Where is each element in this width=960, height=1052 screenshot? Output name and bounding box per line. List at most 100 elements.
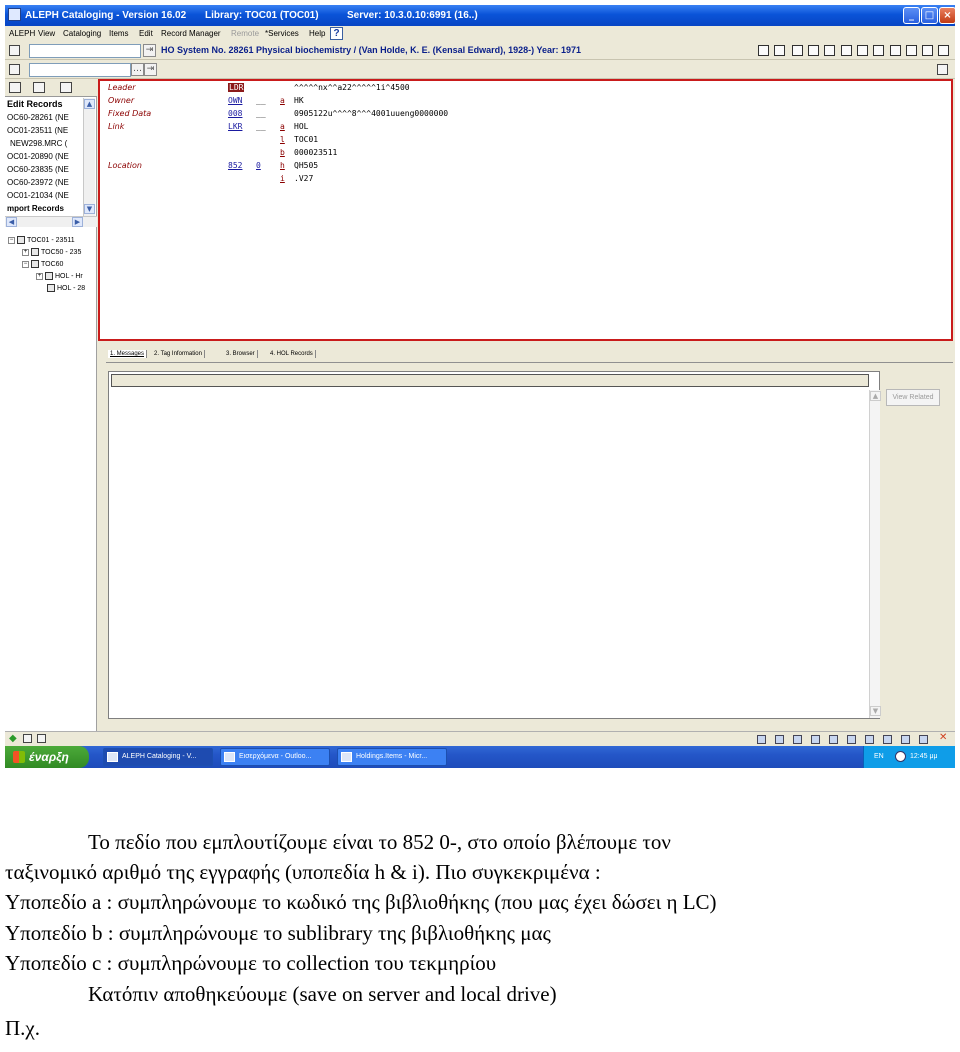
- taskbar-item[interactable]: Holdings.Items - Micr...: [337, 748, 447, 766]
- menu-aleph[interactable]: ALEPH: [9, 29, 35, 38]
- collapse-icon[interactable]: −: [8, 236, 15, 244]
- toolbar-icon-12[interactable]: [938, 45, 949, 56]
- diamond-icon[interactable]: ◆: [9, 733, 17, 744]
- tree-node[interactable]: − TOC60: [22, 260, 63, 268]
- window-icon[interactable]: [9, 64, 20, 75]
- messages-vertical-scrollbar[interactable]: ▲ ▼: [869, 390, 881, 718]
- scroll-down-icon[interactable]: ▼: [870, 706, 881, 716]
- scroll-up-icon[interactable]: ▲: [870, 391, 881, 401]
- tab-tag-information[interactable]: 2. Tag Information: [152, 350, 205, 358]
- field-row[interactable]: Location 852 0 h QH505: [108, 161, 318, 170]
- toolbar-icon-5[interactable]: [824, 45, 835, 56]
- language-indicator[interactable]: EN: [874, 753, 884, 760]
- status-icon-9[interactable]: [901, 735, 910, 744]
- menu-bar: ALEPH View Cataloging Items Edit Record …: [5, 26, 955, 41]
- windows-flag-icon: [13, 751, 25, 763]
- records-vertical-scrollbar[interactable]: ▲ ▼: [83, 98, 95, 216]
- field-row[interactable]: Fixed Data 008 __ 0905122u^^^^8^^^4001uu…: [108, 109, 448, 118]
- tab-edit-icon[interactable]: [9, 82, 21, 93]
- menu-record-manager[interactable]: Record Manager: [161, 29, 221, 38]
- tab-search-icon[interactable]: [60, 82, 72, 93]
- list-item[interactable]: OC01-23511 (NE: [7, 126, 83, 135]
- list-item[interactable]: OC60-23972 (NE: [7, 178, 83, 187]
- tree-node[interactable]: HOL - 28: [47, 284, 85, 292]
- bottom-tab-strip: 1. Messages 2. Tag Information 3. Browse…: [106, 349, 953, 363]
- tab-hol-records[interactable]: 4. HOL Records: [268, 350, 316, 358]
- list-item[interactable]: OC01-20890 (NE: [7, 152, 83, 161]
- scroll-left-icon[interactable]: ◀: [6, 217, 17, 227]
- status-window-icon-2[interactable]: [37, 734, 46, 743]
- list-item[interactable]: OC60-28261 (NE: [7, 113, 83, 122]
- status-icon-6[interactable]: [847, 735, 856, 744]
- toolbar-icon-9[interactable]: [890, 45, 901, 56]
- field-row[interactable]: Owner OWN __ a HK: [108, 96, 304, 105]
- toolbar-icon-1[interactable]: [758, 45, 769, 56]
- menu-cataloging[interactable]: Cataloging: [63, 29, 101, 38]
- collapse-icon[interactable]: −: [22, 260, 29, 268]
- close-button[interactable]: ×: [939, 7, 955, 24]
- menu-remote[interactable]: Remote: [231, 29, 259, 38]
- taskbar-item[interactable]: Εισερχόμενα - Outloo...: [220, 748, 330, 766]
- tab-browser[interactable]: 3. Browser: [224, 350, 258, 358]
- status-icon-2[interactable]: [775, 735, 784, 744]
- server-label: Server: 10.3.0.10:6991 (16..): [347, 10, 478, 21]
- toolbar-icon-4[interactable]: [808, 45, 819, 56]
- status-icon-4[interactable]: [811, 735, 820, 744]
- cataloging-editor[interactable]: Leader LDR ^^^^^nx^^a22^^^^^1i^4500 Owne…: [98, 79, 953, 341]
- status-icon-5[interactable]: [829, 735, 838, 744]
- expand-icon[interactable]: +: [36, 272, 43, 280]
- scroll-down-icon[interactable]: ▼: [84, 204, 95, 214]
- records-horizontal-scrollbar[interactable]: ◀ ▶: [5, 216, 97, 227]
- status-icon-3[interactable]: [793, 735, 802, 744]
- view-related-button[interactable]: View Related: [886, 389, 940, 406]
- maximize-button[interactable]: □: [921, 7, 938, 24]
- expand-icon[interactable]: +: [22, 248, 29, 256]
- toolbar-icon-7[interactable]: [857, 45, 868, 56]
- go-arrow-icon-2[interactable]: ⇥: [144, 63, 157, 76]
- left-pane-tabs: [5, 79, 97, 97]
- help-icon[interactable]: ?: [330, 27, 343, 40]
- save-icon[interactable]: [9, 45, 20, 56]
- start-button[interactable]: έναρξη: [5, 746, 89, 768]
- scroll-up-icon[interactable]: ▲: [84, 99, 95, 109]
- tree-node[interactable]: − TOC01 - 23511: [8, 236, 75, 244]
- scroll-right-icon[interactable]: ▶: [72, 217, 83, 227]
- record-input[interactable]: [29, 44, 141, 58]
- toolbar-icon-8[interactable]: [873, 45, 884, 56]
- status-icon-10[interactable]: [919, 735, 928, 744]
- list-item[interactable]: NEW298.MRC (: [7, 139, 83, 148]
- menu-items[interactable]: Items: [109, 29, 129, 38]
- field-row[interactable]: Link LKR __ a HOL: [108, 122, 308, 131]
- toolbar-icon-3[interactable]: [792, 45, 803, 56]
- toolbar-icon-11[interactable]: [922, 45, 933, 56]
- menu-services[interactable]: *Services: [265, 29, 299, 38]
- list-item[interactable]: mport Records: [7, 204, 83, 213]
- tab-window-icon[interactable]: [33, 82, 45, 93]
- secondary-input[interactable]: [29, 63, 131, 77]
- menu-view[interactable]: View: [38, 29, 55, 38]
- status-icon-8[interactable]: [883, 735, 892, 744]
- status-icon-1[interactable]: [757, 735, 766, 744]
- go-arrow-icon[interactable]: ⇥: [143, 44, 156, 57]
- toolbar-icon-2[interactable]: [774, 45, 785, 56]
- panel-close-icon[interactable]: [937, 64, 948, 75]
- toolbar-icon-6[interactable]: [841, 45, 852, 56]
- left-navigation-pane: Edit Records OC60-28261 (NE OC01-23511 (…: [5, 79, 97, 745]
- toolbar-icon-10[interactable]: [906, 45, 917, 56]
- status-close-icon[interactable]: ✕: [939, 732, 947, 743]
- status-window-icon[interactable]: [23, 734, 32, 743]
- tree-node[interactable]: + TOC50 - 235: [22, 248, 81, 256]
- field-row[interactable]: Leader LDR ^^^^^nx^^a22^^^^^1i^4500: [108, 83, 410, 92]
- taskbar-item[interactable]: ALEPH Cataloging - V...: [103, 748, 213, 766]
- clock[interactable]: 12:45 μμ: [910, 753, 938, 760]
- list-item[interactable]: OC01-21034 (NE: [7, 191, 83, 200]
- tree-node[interactable]: + HOL - Hr: [36, 272, 83, 280]
- menu-edit[interactable]: Edit: [139, 29, 153, 38]
- menu-help[interactable]: Help: [309, 29, 325, 38]
- tab-messages[interactable]: 1. Messages: [108, 350, 148, 358]
- list-item[interactable]: OC60-23835 (NE: [7, 165, 83, 174]
- browse-button[interactable]: …: [131, 63, 144, 76]
- tray-icon[interactable]: [895, 751, 906, 762]
- minimize-button[interactable]: _: [903, 7, 920, 24]
- status-icon-7[interactable]: [865, 735, 874, 744]
